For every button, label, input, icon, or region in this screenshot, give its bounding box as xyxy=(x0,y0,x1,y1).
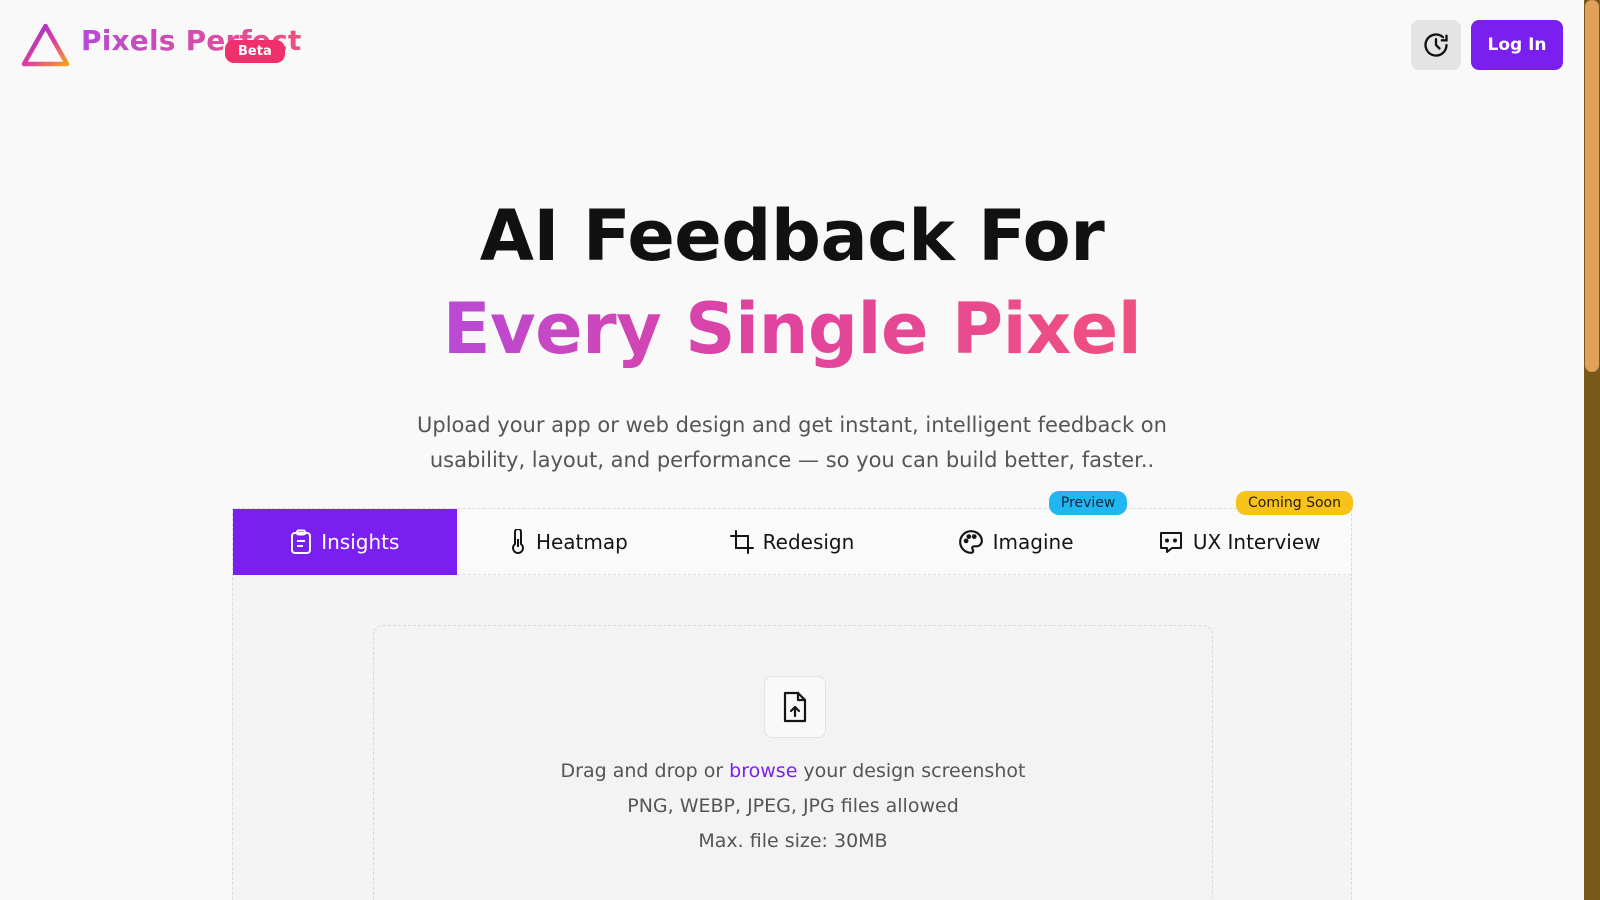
upload-icon-box xyxy=(764,676,826,738)
dropzone-prefix: Drag and drop or xyxy=(560,760,730,782)
hero-title-gradient-text: Every Single Pixel xyxy=(442,288,1142,370)
tab-ux-interview[interactable]: Coming Soon UX Interview xyxy=(1127,491,1353,575)
coming-soon-badge: Coming Soon xyxy=(1236,491,1353,515)
tab-label: Insights xyxy=(321,530,400,554)
max-size-text: Max. file size: 30MB xyxy=(698,830,888,852)
beta-badge: Beta xyxy=(225,40,285,63)
login-button[interactable]: Log In xyxy=(1471,20,1563,70)
hero-subtitle: Upload your app or web design and get in… xyxy=(417,413,1167,472)
tab-label: UX Interview xyxy=(1192,530,1321,554)
page-scrollbar[interactable] xyxy=(1584,0,1600,900)
browse-link[interactable]: browse xyxy=(729,760,797,782)
palette-icon xyxy=(958,530,983,554)
thermometer-icon xyxy=(512,529,524,554)
tab-bar: Insights Heatmap Redesign Preview Imagin… xyxy=(233,491,1353,575)
tab-imagine[interactable]: Preview Imagine xyxy=(904,491,1128,575)
scrollbar-thumb[interactable] xyxy=(1585,0,1599,372)
upload-dropzone[interactable]: Drag and drop or browse your design scre… xyxy=(373,625,1213,900)
tab-label: Imagine xyxy=(992,530,1074,554)
tab-label: Heatmap xyxy=(535,530,628,554)
triangle-logo-icon xyxy=(21,23,70,67)
file-upload-icon xyxy=(783,691,807,723)
dropzone-suffix: your design screenshot xyxy=(797,760,1026,782)
tool-panel: Insights Heatmap Redesign Preview Imagin… xyxy=(232,491,1353,900)
dropzone-instruction: Drag and drop or browse your design scre… xyxy=(374,760,1212,782)
history-button[interactable] xyxy=(1411,20,1461,70)
chat-icon xyxy=(1159,532,1182,553)
tab-label: Redesign xyxy=(762,530,855,554)
allowed-formats-text: PNG, WEBP, JPEG, JPG files allowed xyxy=(627,795,959,817)
tab-heatmap[interactable]: Heatmap xyxy=(457,509,681,575)
tab-insights[interactable]: Insights xyxy=(233,509,457,575)
preview-badge: Preview xyxy=(1048,491,1128,515)
clipboard-icon xyxy=(291,529,312,554)
hero-title-line2: Every Single Pixel xyxy=(0,288,1584,370)
tab-redesign[interactable]: Redesign xyxy=(680,509,904,575)
hero-title-line1: AI Feedback For xyxy=(479,195,1105,277)
clock-history-icon xyxy=(1424,33,1448,57)
crop-icon xyxy=(729,530,754,554)
